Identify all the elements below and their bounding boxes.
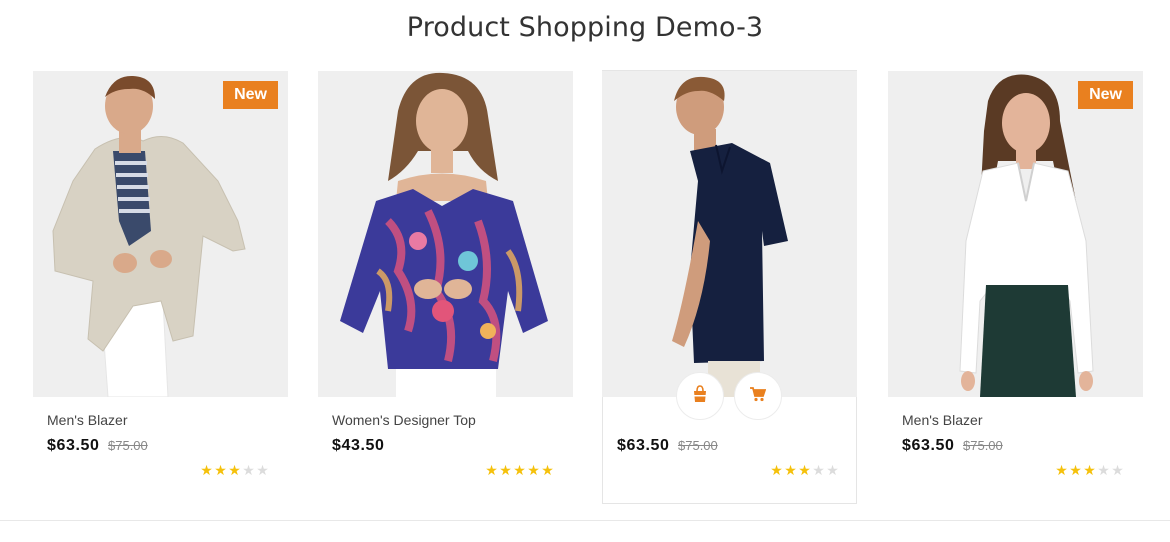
star-icon: ★ <box>770 462 784 478</box>
product-old-price: $75.00 <box>108 438 148 453</box>
star-icon: ★ <box>784 462 798 478</box>
product-price: $63.50 <box>47 437 100 454</box>
product-old-price: $75.00 <box>963 438 1003 453</box>
star-icon: ★ <box>485 462 499 478</box>
product-price: $63.50 <box>902 437 955 454</box>
price-row: $63.50 $75.00 <box>902 437 1003 455</box>
star-icon: ★ <box>256 462 270 478</box>
product-card[interactable]: New Men's Blazer $63.50 $75.00 ★★★★★ <box>887 70 1143 504</box>
new-badge: New <box>223 81 278 109</box>
star-rating: ★★★★★ <box>485 462 555 479</box>
section-divider <box>0 520 1170 521</box>
star-icon: ★ <box>798 462 812 478</box>
price-row: $63.50 $75.00 <box>617 437 718 455</box>
product-price: $43.50 <box>332 437 385 454</box>
new-badge: New <box>1078 81 1133 109</box>
star-rating: ★★★★★ <box>1055 462 1125 479</box>
product-card[interactable]: New Men's Blazer $63.50 $75.00 ★★★★★ <box>32 70 288 504</box>
star-icon: ★ <box>541 462 555 478</box>
star-icon: ★ <box>242 462 256 478</box>
star-icon: ★ <box>513 462 527 478</box>
star-icon: ★ <box>527 462 541 478</box>
product-card[interactable]: Women's Designer Top $43.50 ★★★★★ <box>317 70 573 504</box>
product-image[interactable] <box>318 71 573 397</box>
price-row: $43.50 <box>332 437 385 455</box>
product-image[interactable]: New <box>888 71 1143 397</box>
product-price: $63.50 <box>617 437 670 454</box>
add-to-bag-button[interactable] <box>676 372 724 420</box>
product-name[interactable]: Men's Blazer <box>902 412 982 428</box>
star-icon: ★ <box>214 462 228 478</box>
star-icon: ★ <box>1055 462 1069 478</box>
add-to-cart-button[interactable] <box>734 372 782 420</box>
product-image[interactable]: New <box>33 71 288 397</box>
star-rating: ★★★★★ <box>200 462 270 479</box>
product-old-price: $75.00 <box>678 438 718 453</box>
page-title: Product Shopping Demo-3 <box>406 12 764 43</box>
star-icon: ★ <box>826 462 840 478</box>
star-rating: ★★★★★ <box>770 462 840 479</box>
product-name[interactable]: Men's Blazer <box>47 412 127 428</box>
star-icon: ★ <box>1083 462 1097 478</box>
star-icon: ★ <box>812 462 826 478</box>
star-icon: ★ <box>1111 462 1125 478</box>
product-image[interactable] <box>602 71 857 397</box>
star-icon: ★ <box>1097 462 1111 478</box>
star-icon: ★ <box>200 462 214 478</box>
price-row: $63.50 $75.00 <box>47 437 148 455</box>
shopping-bag-icon <box>691 384 709 408</box>
cart-icon <box>750 386 767 407</box>
product-card[interactable]: $63.50 $75.00 ★★★★★ <box>602 70 857 504</box>
product-name[interactable]: Women's Designer Top <box>332 412 476 428</box>
star-icon: ★ <box>228 462 242 478</box>
star-icon: ★ <box>1069 462 1083 478</box>
star-icon: ★ <box>499 462 513 478</box>
